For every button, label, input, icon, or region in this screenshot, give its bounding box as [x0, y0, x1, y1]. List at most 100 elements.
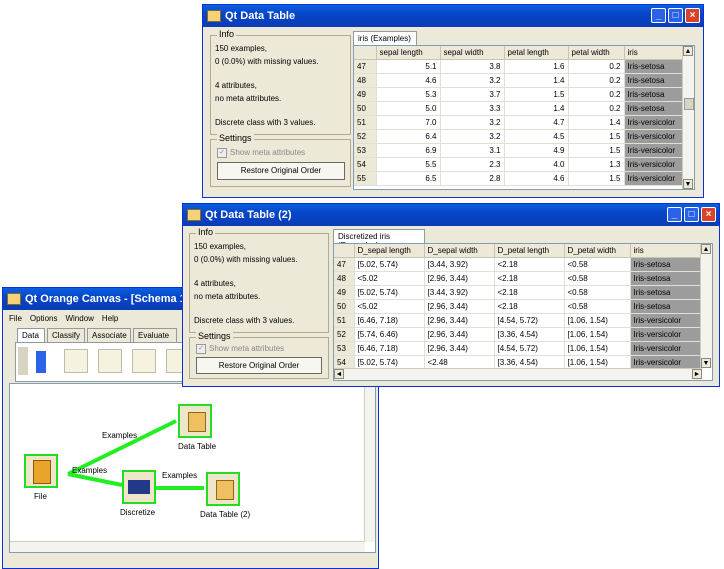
row-number: 53	[354, 143, 377, 158]
show-meta-checkbox[interactable]: ✓ Show meta attributes	[217, 148, 305, 158]
column-header[interactable]: petal width	[568, 46, 625, 60]
info-examples: 150 examples,	[194, 242, 247, 251]
row-number-header[interactable]	[354, 46, 377, 60]
table-row[interactable]: 47 5.1 3.8 1.6 0.2 Iris-setosa	[354, 59, 685, 74]
restore-order-button[interactable]: Restore Original Order	[217, 162, 345, 180]
table-row[interactable]: 51 7.0 3.2 4.7 1.4 Iris-versicolor	[354, 115, 685, 130]
scroll-down-arrow[interactable]: ▼	[701, 358, 711, 368]
tab-iris-examples[interactable]: iris (Examples)	[353, 31, 417, 45]
file-widget-icon[interactable]	[64, 349, 88, 373]
scroll-up-arrow[interactable]: ▲	[701, 244, 711, 254]
table-row[interactable]: 54 5.5 2.3 4.0 1.3 Iris-versicolor	[354, 157, 685, 172]
scroll-up-arrow[interactable]: ▲	[683, 46, 693, 56]
column-header[interactable]: petal length	[504, 46, 569, 60]
class-cell: Iris-versicolor	[624, 157, 685, 172]
toolbar-scroll-left[interactable]	[18, 347, 28, 375]
class-cell: Iris-setosa	[624, 73, 685, 88]
table-cell: [4.54, 5.72)	[494, 313, 565, 328]
table-row[interactable]: 48 4.6 3.2 1.4 0.2 Iris-setosa	[354, 73, 685, 88]
info-attributes: 4 attributes,	[194, 279, 236, 288]
table-row[interactable]: 53 [6.46, 7.18) [2.96, 3.44) [4.54, 5.72) [1…	[334, 341, 701, 356]
show-meta-label: Show meta attributes	[209, 344, 285, 354]
table-row[interactable]: 48 <5.02 [2.96, 3.44) <2.18 <0.58 Iris-setosa	[334, 271, 701, 286]
info-missing: 0 (0.0%) with missing values.	[215, 57, 319, 66]
canvas-vertical-scrollbar[interactable]	[364, 384, 375, 542]
data-table-2-node[interactable]	[206, 472, 240, 506]
tab-data[interactable]: Data	[17, 328, 45, 342]
table-cell: [2.96, 3.44)	[424, 271, 495, 286]
maximize-button[interactable]: □	[684, 207, 699, 222]
scroll-right-arrow[interactable]: ►	[692, 369, 702, 379]
table-row[interactable]: 49 [5.02, 5.74) [3.44, 3.92) <2.18 <0.58 Iris…	[334, 285, 701, 300]
row-number-header[interactable]	[334, 244, 355, 258]
menu-window[interactable]: Window	[65, 314, 93, 323]
table2-vertical-scrollbar[interactable]: ▲ ▼	[700, 244, 712, 368]
table2-horizontal-scrollbar[interactable]: ◄ ►	[334, 368, 702, 380]
table-row[interactable]: 51 [6.46, 7.18) [2.96, 3.44) [4.54, 5.72) [1…	[334, 313, 701, 328]
table-cell: 5.0	[376, 101, 441, 116]
data-table-2-window: Qt Data Table (2) _ □ × Info 150 example…	[182, 203, 720, 387]
column-header[interactable]: sepal length	[376, 46, 441, 60]
link-file-to-discretize[interactable]	[67, 472, 123, 487]
canvas-horizontal-scrollbar[interactable]	[10, 541, 365, 552]
schema-canvas[interactable]: Examples Examples Examples File Discreti…	[9, 383, 376, 553]
checkbox-icon: ✓	[217, 148, 227, 158]
table-cell: <2.18	[494, 285, 565, 300]
discretize-node[interactable]	[122, 470, 156, 504]
table-row[interactable]: 52 [5.74, 6.46) [2.96, 3.44) [3.36, 4.54) [1…	[334, 327, 701, 342]
scroll-down-arrow[interactable]: ▼	[683, 179, 693, 189]
column-header[interactable]: sepal width	[440, 46, 505, 60]
table-cell: 0.2	[568, 101, 625, 116]
settings-group: Settings ✓ Show meta attributes Restore O…	[210, 133, 351, 187]
minimize-button[interactable]: _	[667, 207, 682, 222]
table-cell: [1.06, 1.54)	[564, 313, 631, 328]
column-header[interactable]: D_sepal length	[354, 244, 425, 258]
tab-associate[interactable]: Associate	[87, 328, 131, 342]
table2-grid[interactable]: D_sepal length D_sepal width D_petal len…	[333, 243, 713, 381]
toolbar-scroll-right-icon[interactable]	[36, 351, 46, 373]
table2-titlebar[interactable]: Qt Data Table (2) _ □ ×	[183, 204, 719, 226]
save-widget-icon[interactable]	[132, 349, 156, 373]
maximize-button[interactable]: □	[668, 8, 683, 23]
table-row[interactable]: 50 5.0 3.3 1.4 0.2 Iris-setosa	[354, 101, 685, 116]
column-header[interactable]: D_petal length	[494, 244, 565, 258]
menu-help[interactable]: Help	[102, 314, 118, 323]
data-table-widget-icon[interactable]	[98, 349, 122, 373]
table1-title: Qt Data Table	[225, 10, 296, 22]
column-header[interactable]: iris	[624, 46, 685, 60]
table1-vertical-scrollbar[interactable]: ▲ ▼	[682, 46, 694, 189]
data-table-node[interactable]	[178, 404, 212, 438]
minimize-button[interactable]: _	[651, 8, 666, 23]
close-button[interactable]: ×	[685, 8, 700, 23]
tab-discretized-iris[interactable]: Discretized iris (Examples)	[333, 229, 425, 250]
file-node[interactable]	[24, 454, 58, 488]
info-class: Discrete class with 3 values.	[215, 118, 316, 127]
table-cell: 5.3	[376, 87, 441, 102]
restore-order-button[interactable]: Restore Original Order	[196, 357, 322, 374]
menu-options[interactable]: Options	[30, 314, 58, 323]
close-button[interactable]: ×	[701, 207, 716, 222]
column-header[interactable]: D_sepal width	[424, 244, 495, 258]
table-row[interactable]: 49 5.3 3.7 1.5 0.2 Iris-setosa	[354, 87, 685, 102]
table-row[interactable]: 55 6.5 2.8 4.6 1.5 Iris-versicolor	[354, 171, 685, 186]
row-number: 49	[354, 87, 377, 102]
scroll-thumb[interactable]	[684, 98, 694, 110]
column-header[interactable]: iris	[630, 244, 701, 258]
row-number: 49	[334, 285, 355, 300]
tab-classify[interactable]: Classify	[47, 328, 85, 342]
show-meta-checkbox[interactable]: ✓ Show meta attributes	[196, 344, 284, 354]
table-row[interactable]: 47 [5.02, 5.74) [3.44, 3.92) <2.18 <0.58 Iris…	[334, 257, 701, 272]
table1-titlebar[interactable]: Qt Data Table _ □ ×	[203, 5, 703, 27]
table-cell: 3.3	[440, 101, 505, 116]
table1-grid[interactable]: sepal length sepal width petal length pe…	[353, 45, 695, 190]
table-row[interactable]: 53 6.9 3.1 4.9 1.5 Iris-versicolor	[354, 143, 685, 158]
table-row[interactable]: 50 <5.02 [2.96, 3.44) <2.18 <0.58 Iris-setosa	[334, 299, 701, 314]
discretize-node-label: Discretize	[120, 508, 156, 517]
column-header[interactable]: D_petal width	[564, 244, 631, 258]
menu-file[interactable]: File	[9, 314, 22, 323]
table-row[interactable]: 52 6.4 3.2 4.5 1.5 Iris-versicolor	[354, 129, 685, 144]
scroll-left-arrow[interactable]: ◄	[334, 369, 344, 379]
class-cell: Iris-setosa	[624, 59, 685, 74]
table-cell: 1.5	[568, 143, 625, 158]
tab-evaluate[interactable]: Evaluate	[133, 328, 177, 342]
